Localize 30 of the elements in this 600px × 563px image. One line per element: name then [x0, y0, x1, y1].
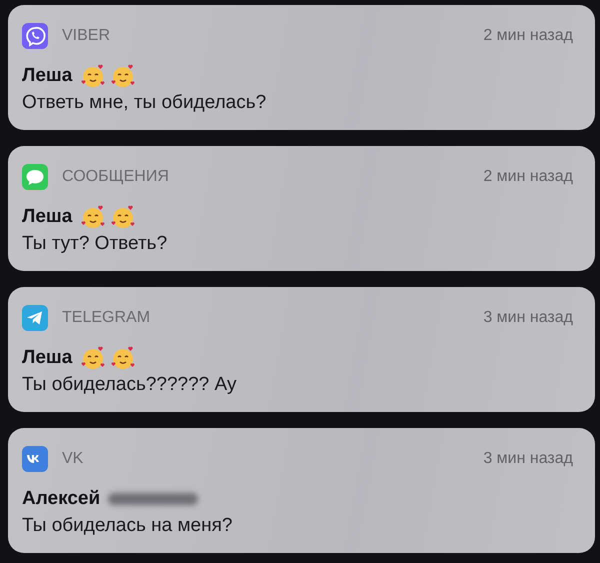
timestamp: 2 мин назад: [483, 168, 573, 186]
smiling-face-hearts-icon: [110, 345, 136, 371]
phone-bubble-icon: [22, 23, 48, 49]
notification-card[interactable]: VK 3 мин назад Алексей Ты обиделась на меня?: [8, 428, 595, 553]
smiling-face-hearts-icon: [110, 63, 136, 89]
timestamp: 3 мин назад: [483, 309, 573, 327]
sender-name: Леша: [22, 347, 72, 369]
timestamp: 3 мин назад: [483, 450, 573, 468]
message-text: Ты тут? Ответь?: [22, 233, 168, 255]
app-name: VIBER: [62, 27, 112, 45]
smiling-face-hearts-icon: [110, 204, 136, 230]
smiling-face-hearts-icon: [80, 345, 106, 371]
sender-name: Леша: [22, 206, 72, 228]
timestamp: 2 мин назад: [483, 27, 573, 45]
message-text: Ты обиделась?????? Ау: [22, 374, 238, 396]
message-text: Ты обиделась на меня?: [22, 515, 234, 537]
smiling-face-hearts-icon: [80, 63, 106, 89]
sender-name: Леша: [22, 65, 72, 87]
speech-bubble-icon: [22, 164, 48, 190]
message-text: Ответь мне, ты обиделась?: [22, 92, 268, 114]
notification-card[interactable]: СООБЩЕНИЯ 2 мин назад Леша Ты тут? Ответь?: [8, 146, 595, 271]
notification-card[interactable]: VIBER 2 мин назад Леша Ответь мне, ты обиделась?: [8, 5, 595, 130]
app-name: VK: [62, 450, 84, 468]
paper-plane-icon: [22, 305, 48, 331]
app-name: СООБЩЕНИЯ: [62, 168, 170, 186]
vk-logo-icon: [22, 446, 48, 472]
notification-card[interactable]: TELEGRAM 3 мин назад Леша Ты обиделась?????? Ау: [8, 287, 595, 412]
sender-name: Алексей: [22, 488, 100, 510]
smiling-face-hearts-icon: [80, 204, 106, 230]
app-name: TELEGRAM: [62, 309, 152, 327]
